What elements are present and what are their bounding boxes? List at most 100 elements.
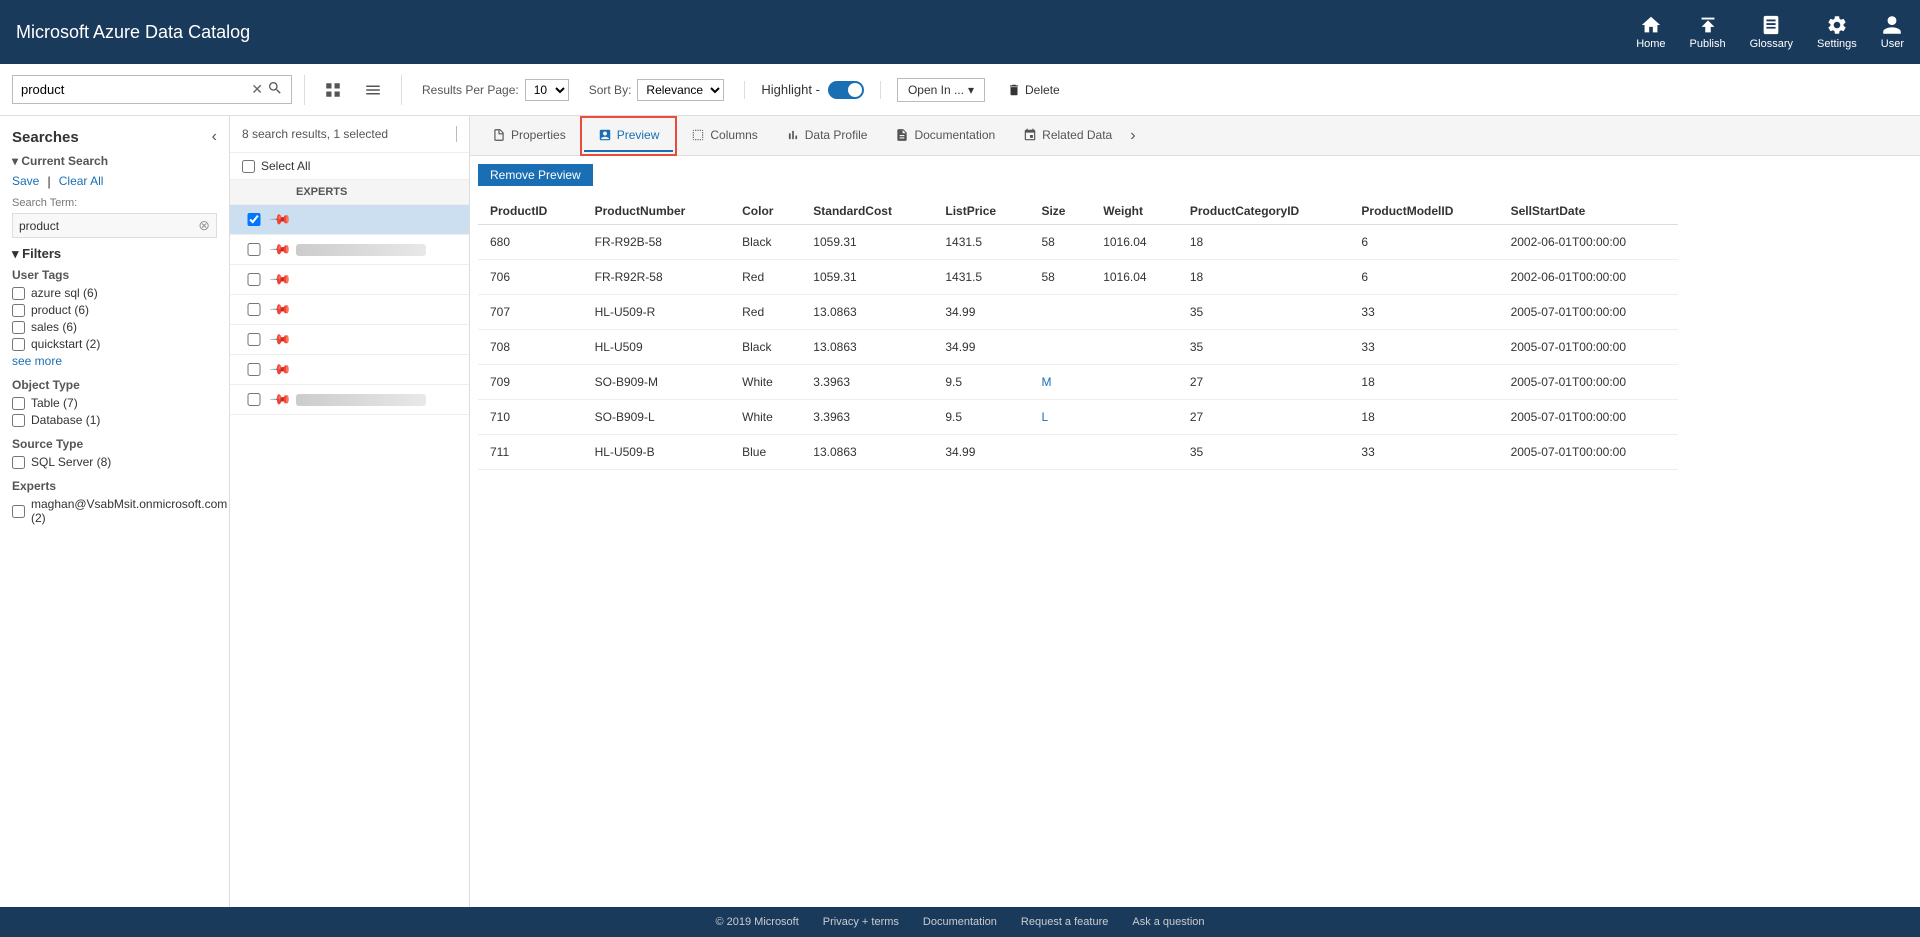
table-cell: 35 (1178, 435, 1350, 470)
table-cell: Black (730, 330, 801, 365)
table-cell: 707 (478, 295, 583, 330)
table-cell (1029, 330, 1091, 365)
search-icon[interactable] (267, 80, 283, 99)
table-cell: FR-R92B-58 (583, 225, 731, 260)
delete-button[interactable]: Delete (997, 79, 1070, 101)
tab-preview[interactable]: Preview (584, 120, 674, 152)
results-per-page-label: Results Per Page: (422, 83, 519, 97)
request-link[interactable]: Request a feature (1021, 916, 1108, 928)
open-in-button[interactable]: Open In ... ▾ (897, 78, 985, 102)
top-navigation: Microsoft Azure Data Catalog Home Publis… (0, 0, 1920, 64)
result-item[interactable]: 📌 (230, 235, 469, 265)
nav-icons: Home Publish Glossary Settings User (1636, 14, 1904, 50)
result-item[interactable]: 📌 (230, 325, 469, 355)
table-row: 680FR-R92B-58Black1059.311431.5581016.04… (478, 225, 1678, 260)
result-item-checkbox[interactable] (242, 273, 266, 286)
table-cell: 2002-06-01T00:00:00 (1499, 225, 1678, 260)
filter-sales-checkbox[interactable] (12, 321, 25, 334)
table-cell: Blue (730, 435, 801, 470)
table-cell[interactable]: M (1029, 365, 1091, 400)
sort-by-select[interactable]: Relevance Name Date (637, 79, 724, 101)
tab-documentation-label: Documentation (914, 128, 995, 142)
search-input[interactable]: product (21, 82, 247, 97)
documentation-link[interactable]: Documentation (923, 916, 997, 928)
pin-icon: 📌 (266, 271, 296, 288)
tab-data-profile-label: Data Profile (805, 128, 868, 142)
table-cell: 711 (478, 435, 583, 470)
filter-quickstart-checkbox[interactable] (12, 338, 25, 351)
filter-sql-server-checkbox[interactable] (12, 456, 25, 469)
result-item-checkbox[interactable] (242, 333, 266, 346)
result-item-checkbox[interactable] (242, 393, 266, 406)
table-cell: SO-B909-L (583, 400, 731, 435)
privacy-link[interactable]: Privacy + terms (823, 916, 899, 928)
tab-properties[interactable]: Properties (478, 120, 580, 152)
tab-columns[interactable]: Columns (677, 120, 771, 152)
table-cell: 2005-07-01T00:00:00 (1499, 365, 1678, 400)
result-item[interactable]: 📌 (230, 205, 469, 235)
col-header-listprice: ListPrice (933, 198, 1029, 225)
filter-sales: sales (6) (12, 320, 217, 334)
sidebar-collapse-button[interactable]: ‹ (212, 128, 217, 146)
table-row: 711HL-U509-BBlue13.086334.9935332005-07-… (478, 435, 1678, 470)
user-nav-item[interactable]: User (1881, 14, 1904, 50)
result-item[interactable]: 📌 (230, 355, 469, 385)
tab-related-data[interactable]: Related Data (1009, 120, 1126, 152)
table-cell: 2005-07-01T00:00:00 (1499, 435, 1678, 470)
tab-documentation[interactable]: Documentation (881, 120, 1009, 152)
see-more-tags-link[interactable]: see more (12, 354, 217, 368)
list-view-button[interactable] (357, 76, 389, 104)
table-cell[interactable]: L (1029, 400, 1091, 435)
col-header-standardcost: StandardCost (801, 198, 933, 225)
highlight-toggle[interactable] (828, 81, 864, 99)
app-title: Microsoft Azure Data Catalog (16, 22, 1636, 43)
copyright: © 2019 Microsoft (715, 916, 798, 928)
settings-nav-item[interactable]: Settings (1817, 14, 1857, 50)
result-item-checkbox[interactable] (242, 303, 266, 316)
select-all-checkbox[interactable] (242, 160, 255, 173)
result-item-checkbox[interactable] (242, 213, 266, 226)
remove-preview-button[interactable]: Remove Preview (478, 164, 593, 186)
table-cell: 709 (478, 365, 583, 400)
tab-related-data-label: Related Data (1042, 128, 1112, 142)
result-item-checkbox[interactable] (242, 363, 266, 376)
result-item[interactable]: 📌 (230, 265, 469, 295)
sort-by-label: Sort By: (589, 83, 632, 97)
table-cell: 680 (478, 225, 583, 260)
filter-expert-maghan-checkbox[interactable] (12, 505, 25, 518)
filter-database-checkbox[interactable] (12, 414, 25, 427)
results-header: 8 search results, 1 selected (230, 116, 469, 153)
table-cell: 18 (1349, 365, 1498, 400)
result-item-checkbox[interactable] (242, 243, 266, 256)
filter-table-checkbox[interactable] (12, 397, 25, 410)
table-cell: 2005-07-01T00:00:00 (1499, 295, 1678, 330)
result-item[interactable]: 📌 (230, 385, 469, 415)
home-nav-item[interactable]: Home (1636, 14, 1665, 50)
filter-product: product (6) (12, 303, 217, 317)
result-item[interactable]: 📌 (230, 295, 469, 325)
filter-azure-sql-checkbox[interactable] (12, 287, 25, 300)
toolbar-divider-2 (401, 75, 402, 105)
table-row: 708HL-U509Black13.086334.9935332005-07-0… (478, 330, 1678, 365)
publish-nav-item[interactable]: Publish (1690, 14, 1726, 50)
ask-link[interactable]: Ask a question (1132, 916, 1204, 928)
grid-view-button[interactable] (317, 76, 349, 104)
glossary-nav-item[interactable]: Glossary (1750, 14, 1793, 50)
table-cell: 18 (1178, 260, 1350, 295)
delete-label: Delete (1025, 83, 1060, 97)
results-panel: 8 search results, 1 selected Select All … (230, 116, 470, 907)
table-header-row: ProductID ProductNumber Color StandardCo… (478, 198, 1678, 225)
object-type-subtitle: Object Type (12, 378, 217, 392)
tab-data-profile[interactable]: Data Profile (772, 120, 882, 152)
save-search-link[interactable]: Save (12, 174, 39, 189)
search-clear-icon[interactable]: ✕ (251, 81, 263, 98)
results-per-page-select[interactable]: 10 20 50 (525, 79, 569, 101)
clear-search-link[interactable]: Clear All (59, 174, 104, 189)
select-all-row: Select All (230, 153, 469, 180)
table-cell: Black (730, 225, 801, 260)
table-cell (1029, 435, 1091, 470)
col-header-productid: ProductID (478, 198, 583, 225)
filter-product-checkbox[interactable] (12, 304, 25, 317)
expand-panel-button[interactable]: › (1130, 127, 1135, 145)
search-term-remove-icon[interactable]: ⊗ (198, 217, 210, 234)
